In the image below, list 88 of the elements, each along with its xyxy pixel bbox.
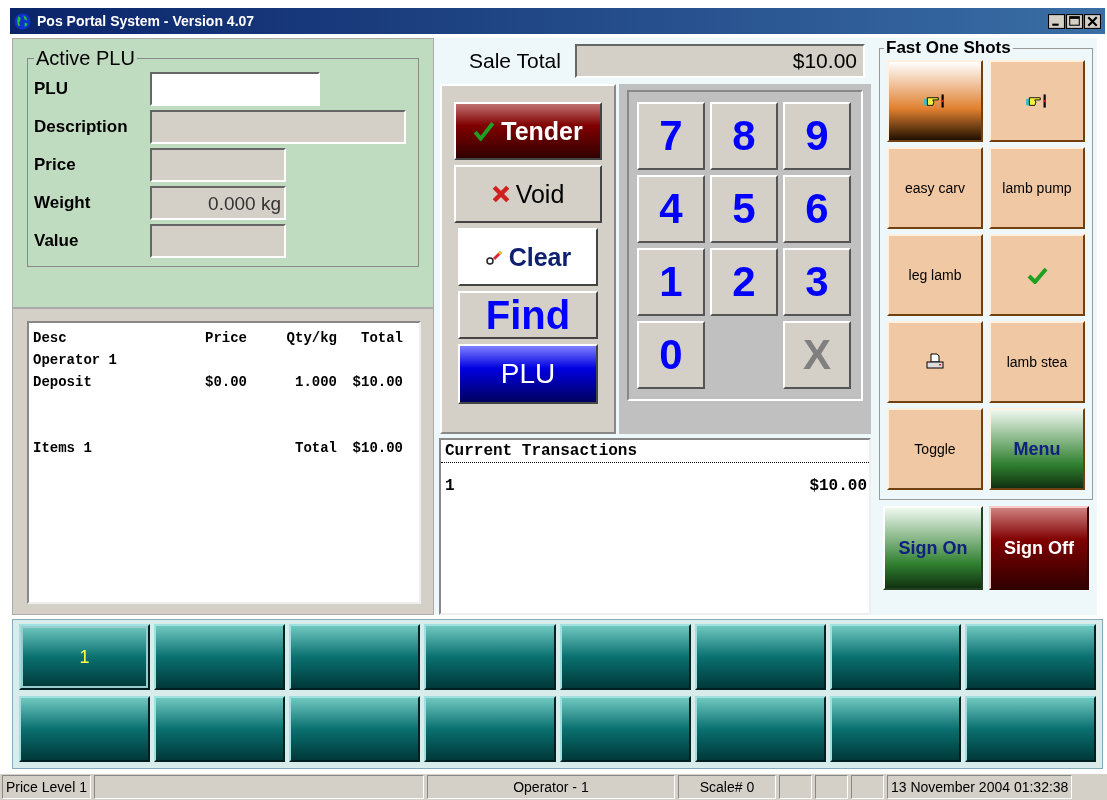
close-icon[interactable]: [1084, 13, 1101, 29]
readonly-field: 0.000 kg: [150, 186, 286, 220]
globe-icon: [14, 12, 31, 30]
receipt-cell-text: $0.00: [204, 374, 247, 390]
panel-title: Current Transactions: [441, 440, 869, 463]
keypad-key[interactable]: 1: [637, 248, 705, 316]
field-label: Weight: [34, 193, 92, 213]
action-button[interactable]: Find: [458, 291, 598, 339]
quick-button[interactable]: Menu: [989, 408, 1085, 490]
status-field: [814, 775, 848, 799]
column-header: Qty/kg: [285, 330, 337, 346]
keypad-key[interactable]: 0: [637, 321, 705, 389]
field-label: PLU: [34, 79, 69, 99]
action-button[interactable]: Clear: [458, 228, 598, 286]
preset-key[interactable]: [559, 696, 691, 762]
quick-button[interactable]: easy carv: [887, 147, 983, 229]
action-button[interactable]: PLU: [458, 344, 598, 404]
pointing-hand-icon: [1025, 92, 1049, 110]
receipt-cell-text: $10.00: [351, 440, 403, 456]
printer-icon: [923, 353, 947, 371]
field-label: Value: [34, 231, 80, 251]
preset-key[interactable]: [154, 624, 286, 690]
receipt-cell-text: 1.000: [294, 374, 337, 390]
preset-key[interactable]: [694, 624, 826, 690]
preset-key[interactable]: [289, 624, 421, 690]
field-label: Description: [34, 117, 129, 137]
maximize-icon[interactable]: [1066, 13, 1083, 29]
preset-key[interactable]: [289, 696, 421, 762]
receipt-cell-text: $10.00: [351, 374, 403, 390]
column-header: Total: [360, 330, 403, 346]
check-icon: [1025, 266, 1049, 284]
field-label: Price: [34, 155, 77, 175]
quick-button[interactable]: leg lamb: [887, 234, 983, 316]
keypad-key[interactable]: 5: [710, 175, 778, 243]
quick-button[interactable]: [989, 60, 1085, 142]
window-title: Pos Portal System - Version 4.07: [37, 13, 256, 29]
sale-total-display: $10.00: [574, 44, 865, 78]
quick-button[interactable]: [887, 321, 983, 403]
keypad-key[interactable]: 3: [783, 248, 851, 316]
keypad-key[interactable]: 9: [783, 102, 851, 170]
receipt-cell-text: Items 1: [33, 440, 93, 456]
preset-key[interactable]: [154, 696, 286, 762]
preset-key[interactable]: [829, 696, 961, 762]
keypad-key[interactable]: 7: [637, 102, 705, 170]
preset-key[interactable]: [424, 624, 556, 690]
status-field: 13 November 2004 01:32:38: [886, 775, 1073, 799]
cross-icon: [491, 185, 510, 203]
status-field: Price Level 1: [2, 775, 91, 799]
preset-key[interactable]: [694, 696, 826, 762]
action-button[interactable]: Void: [454, 165, 602, 223]
keypad-key[interactable]: 8: [710, 102, 778, 170]
transaction-id: 1: [445, 477, 455, 495]
sale-total-label: Sale Total: [469, 49, 561, 73]
preset-key[interactable]: [964, 696, 1096, 762]
sign-button[interactable]: Sign Off: [989, 506, 1089, 590]
status-field: [850, 775, 884, 799]
group-title: Active PLU: [35, 47, 136, 70]
quick-button[interactable]: [989, 234, 1085, 316]
preset-key[interactable]: [964, 624, 1096, 690]
quick-button[interactable]: Toggle: [887, 408, 983, 490]
eraser-icon: [484, 248, 503, 266]
preset-key[interactable]: [424, 696, 556, 762]
receipt-cell-text: Operator 1: [33, 352, 118, 368]
preset-key[interactable]: [829, 624, 961, 690]
column-header: Desc: [33, 330, 68, 346]
keypad-key[interactable]: 6: [783, 175, 851, 243]
status-field: [778, 775, 812, 799]
preset-key[interactable]: [559, 624, 691, 690]
quick-button[interactable]: [887, 60, 983, 142]
keypad-key[interactable]: 4: [637, 175, 705, 243]
quick-button[interactable]: lamb pump: [989, 147, 1085, 229]
group-title: Fast One Shots: [885, 38, 1012, 58]
check-icon: [473, 121, 496, 141]
status-field: Operator - 1: [426, 775, 675, 799]
receipt-cell-text: Total: [294, 440, 337, 456]
transaction-amount: $10.00: [809, 477, 867, 495]
column-header: Price: [204, 330, 247, 346]
sign-button[interactable]: Sign On: [883, 506, 983, 590]
quick-button[interactable]: lamb stea: [989, 321, 1085, 403]
input-field[interactable]: [150, 72, 320, 106]
minimize-icon[interactable]: [1048, 13, 1065, 29]
receipt-cell-text: Deposit: [33, 374, 93, 390]
preset-key[interactable]: 1: [19, 624, 151, 690]
preset-key[interactable]: [19, 696, 151, 762]
status-field: Scale# 0: [677, 775, 776, 799]
keypad-key[interactable]: 2: [710, 248, 778, 316]
action-button[interactable]: Tender: [454, 102, 602, 160]
pointing-hand-icon: [923, 92, 947, 110]
